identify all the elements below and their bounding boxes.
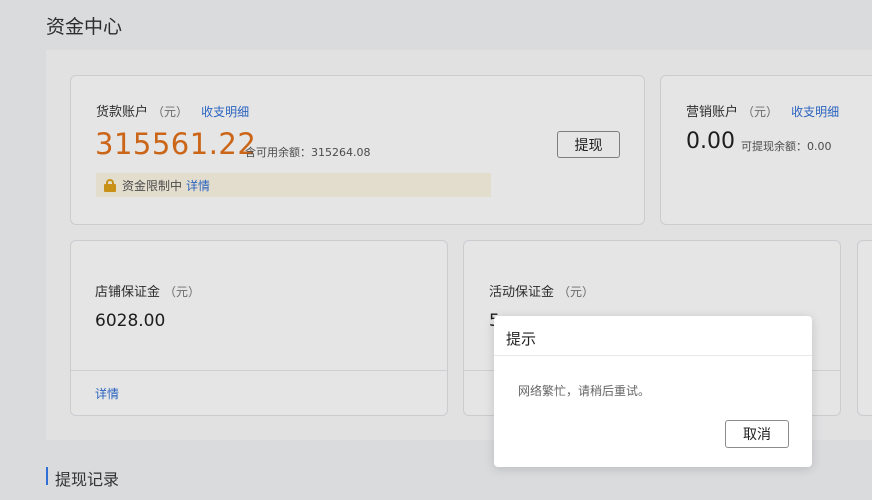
section-accent-bar xyxy=(46,467,48,485)
dialog-divider xyxy=(494,355,812,356)
withdraw-records-title: 提现记录 xyxy=(55,470,120,489)
cancel-button[interactable]: 取消 xyxy=(725,420,789,448)
dialog-message: 网络繁忙，请稍后重试。 xyxy=(518,384,651,398)
dialog-title: 提示 xyxy=(506,330,537,348)
alert-dialog: 提示 网络繁忙，请稍后重试。 取消 xyxy=(494,316,812,467)
